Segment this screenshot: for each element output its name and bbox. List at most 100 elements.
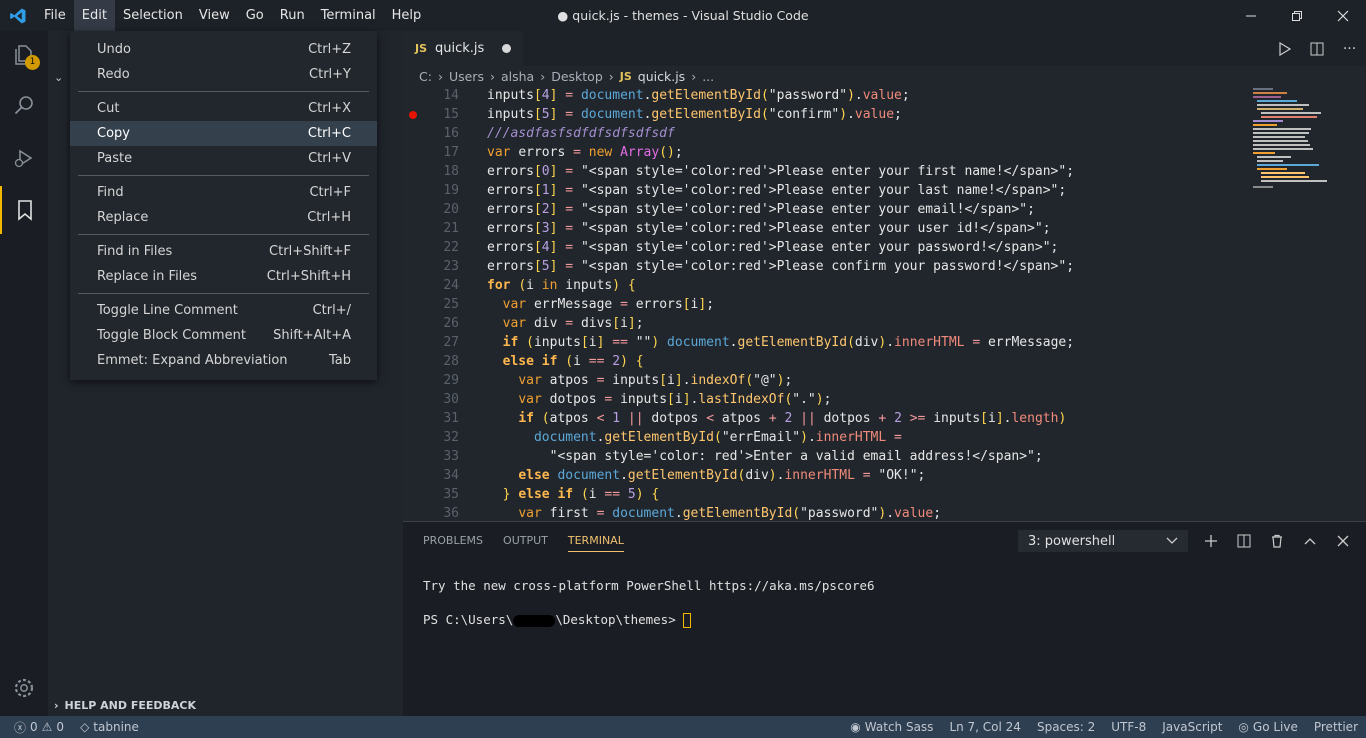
code-line[interactable]: 31 if (atpos < 1 || dotpos < atpos + 2 |… — [403, 409, 1248, 428]
search-icon[interactable] — [0, 81, 48, 129]
menu-terminal[interactable]: Terminal — [313, 0, 384, 31]
code-line[interactable]: 28 else if (i == 2) { — [403, 352, 1248, 371]
more-actions-icon[interactable]: ··· — [1333, 31, 1366, 66]
explorer-badge: 1 — [25, 55, 40, 70]
minimize-button[interactable] — [1228, 0, 1274, 31]
menu-item-replace[interactable]: Replace Ctrl+H — [70, 205, 377, 230]
close-panel-icon[interactable] — [1329, 530, 1356, 552]
unsaved-dot-icon[interactable] — [502, 44, 511, 53]
run-debug-icon[interactable] — [0, 134, 48, 182]
line-number: 25 — [403, 295, 473, 314]
code-line[interactable]: 20 errors[2] = "<span style='color:red'>P… — [403, 200, 1248, 219]
menu-item-copy[interactable]: Copy Ctrl+C — [70, 121, 377, 146]
code-line[interactable]: 34 else document.getElementById(div).inn… — [403, 466, 1248, 485]
menu-item-toggle-block-comment[interactable]: Toggle Block Comment Shift+Alt+A — [70, 323, 377, 348]
status-watch-sass[interactable]: ◉ Watch Sass — [842, 720, 941, 734]
menu-item-emmet-expand-abbreviation[interactable]: Emmet: Expand Abbreviation Tab — [70, 348, 377, 373]
breadcrumb-file[interactable]: quick.js — [638, 69, 685, 84]
code-line[interactable]: 32 document.getElementById("errEmail").i… — [403, 428, 1248, 447]
tab-quick-js[interactable]: JS quick.js — [403, 31, 523, 66]
line-number: 21 — [403, 219, 473, 238]
menu-help[interactable]: Help — [384, 0, 430, 31]
code-line[interactable]: 36 var first = document.getElementById("… — [403, 504, 1248, 521]
code-line[interactable]: 23 errors[5] = "<span style='color:red'>P… — [403, 257, 1248, 276]
menu-run[interactable]: Run — [272, 0, 313, 31]
menu-item-label: Toggle Block Comment — [97, 328, 246, 343]
menu-item-redo[interactable]: Redo Ctrl+Y — [70, 62, 377, 87]
run-file-icon[interactable] — [1267, 31, 1300, 66]
minimap[interactable] — [1248, 86, 1366, 196]
status-utf-8[interactable]: UTF-8 — [1103, 720, 1154, 734]
explorer-icon[interactable]: 1 — [0, 31, 48, 79]
menu-item-find[interactable]: Find Ctrl+F — [70, 180, 377, 205]
code-line[interactable]: 14 inputs[4] = document.getElementById("p… — [403, 86, 1248, 105]
menu-item-undo[interactable]: Undo Ctrl+Z — [70, 37, 377, 62]
status-spaces-2[interactable]: Spaces: 2 — [1029, 720, 1103, 734]
code-line[interactable]: 27 if (inputs[i] == "") document.getElem… — [403, 333, 1248, 352]
breakpoint-icon[interactable] — [409, 111, 417, 119]
code-line[interactable]: 21 errors[3] = "<span style='color:red'>P… — [403, 219, 1248, 238]
new-terminal-plus-icon[interactable] — [1197, 530, 1224, 552]
code-line[interactable]: 25 var errMessage = errors[i]; — [403, 295, 1248, 314]
code-line[interactable]: 35 } else if (i == 5) { — [403, 485, 1248, 504]
menu-item-toggle-line-comment[interactable]: Toggle Line Comment Ctrl+/ — [70, 298, 377, 323]
terminal-prompt[interactable]: PS C:\Users\ \Desktop\themes> — [423, 612, 692, 628]
code-line[interactable]: 22 errors[4] = "<span style='color:red'>P… — [403, 238, 1248, 257]
status-go-live[interactable]: ◎ Go Live — [1230, 720, 1305, 734]
split-editor-icon[interactable] — [1300, 31, 1333, 66]
line-number-text: 18 — [443, 164, 459, 179]
breadcrumb-item[interactable]: Users — [449, 69, 484, 84]
maximize-panel-icon[interactable] — [1296, 530, 1323, 552]
breadcrumb-item[interactable]: Desktop — [551, 69, 603, 84]
close-window-button[interactable] — [1320, 0, 1366, 31]
menu-item-shortcut: Ctrl+C — [307, 126, 351, 141]
problems-status[interactable]: ⓧ 0 ⚠ 0 — [0, 719, 72, 736]
code-line[interactable]: 16 ///asdfasfsdfdfsdfsdfsdf — [403, 124, 1248, 143]
menu-item-paste[interactable]: Paste Ctrl+V — [70, 146, 377, 171]
menu-go[interactable]: Go — [238, 0, 272, 31]
line-number: 31 — [403, 409, 473, 428]
breadcrumb-separator-icon: › — [540, 68, 546, 84]
breadcrumb-item[interactable]: alsha — [501, 69, 534, 84]
code-line[interactable]: 26 var div = divs[i]; — [403, 314, 1248, 333]
breadcrumb-more[interactable]: ... — [702, 69, 714, 84]
code-line[interactable]: 15 inputs[5] = document.getElementById("c… — [403, 105, 1248, 124]
line-number: 32 — [403, 428, 473, 447]
code-line[interactable]: 19 errors[1] = "<span style='color:red'>P… — [403, 181, 1248, 200]
status-prettier[interactable]: Prettier — [1306, 720, 1366, 734]
code-line[interactable]: 17 var errors = new Array(); — [403, 143, 1248, 162]
status-javascript[interactable]: JavaScript — [1154, 720, 1230, 734]
status-ln-7-col-24[interactable]: Ln 7, Col 24 — [941, 720, 1029, 734]
help-and-feedback-section[interactable]: › HELP AND FEEDBACK — [48, 694, 403, 716]
tab-terminal[interactable]: TERMINAL — [567, 534, 624, 552]
code-line[interactable]: 18 errors[0] = "<span style='color:red'>P… — [403, 162, 1248, 181]
menu-item-replace-in-files[interactable]: Replace in Files Ctrl+Shift+H — [70, 264, 377, 289]
bookmarks-icon[interactable] — [0, 186, 48, 234]
terminal-select[interactable]: 3: powershell — [1018, 530, 1188, 552]
code-text: } else if (i == 5) { — [502, 487, 660, 502]
title-bar: File Edit Selection View Go Run Terminal Help ●… — [0, 0, 1366, 31]
restore-button[interactable] — [1274, 0, 1320, 31]
code-line[interactable]: 24 for (i in inputs) { — [403, 276, 1248, 295]
code-line[interactable]: 30 var dotpos = inputs[i].lastIndexOf(".… — [403, 390, 1248, 409]
split-terminal-icon[interactable] — [1230, 530, 1257, 552]
code-editor[interactable]: 14 inputs[4] = document.getElementById("p… — [403, 86, 1366, 521]
code-line[interactable]: 29 var atpos = inputs[i].indexOf("@"); — [403, 371, 1248, 390]
line-number-text: 15 — [443, 107, 459, 122]
menu-selection[interactable]: Selection — [115, 0, 191, 31]
menu-file[interactable]: File — [36, 0, 74, 31]
tab-problems[interactable]: PROBLEMS — [423, 534, 483, 552]
tabnine-status[interactable]: ◇ tabnine — [72, 720, 147, 734]
sidebar-chevron-icon[interactable]: ⌄ — [54, 71, 63, 84]
settings-gear-icon[interactable] — [0, 664, 48, 712]
trash-icon[interactable] — [1263, 530, 1290, 552]
menu-item-label: Redo — [97, 67, 130, 82]
tab-output[interactable]: OUTPUT — [503, 534, 548, 552]
breadcrumb-item[interactable]: C: — [419, 69, 432, 84]
menu-item-cut[interactable]: Cut Ctrl+X — [70, 96, 377, 121]
code-line[interactable]: 33 "<span style='color: red'>Enter a val… — [403, 447, 1248, 466]
panel-tabs: PROBLEMS OUTPUT TERMINAL — [423, 534, 624, 552]
menu-edit[interactable]: Edit — [73, 0, 115, 31]
menu-view[interactable]: View — [191, 0, 238, 31]
menu-item-find-in-files[interactable]: Find in Files Ctrl+Shift+F — [70, 239, 377, 264]
